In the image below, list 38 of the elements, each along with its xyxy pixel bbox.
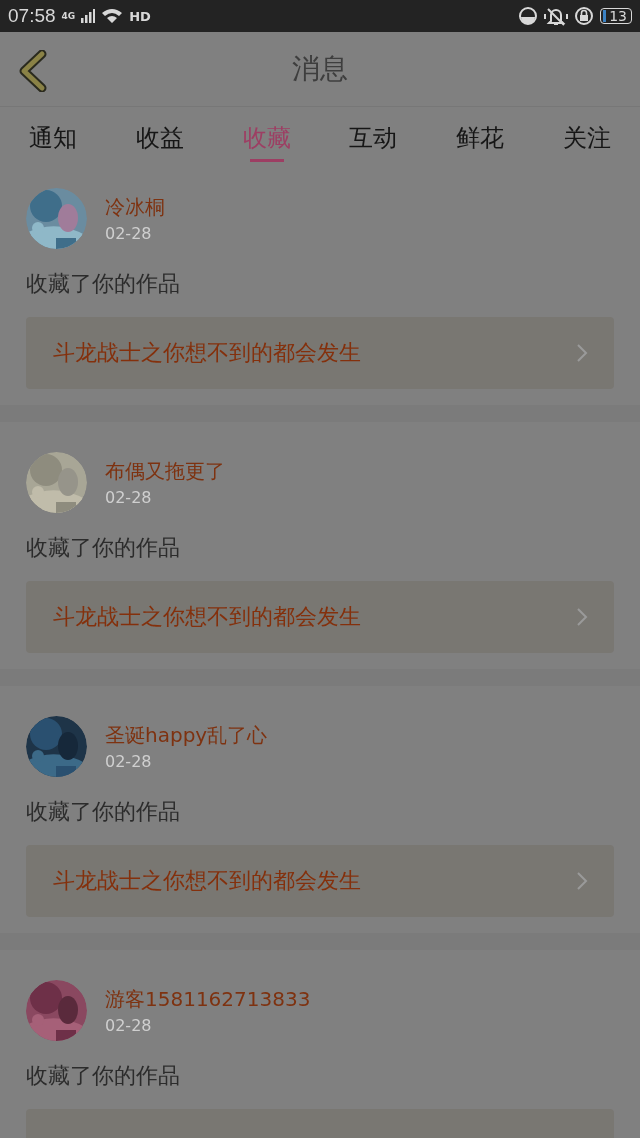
chevron-right-icon xyxy=(576,871,588,891)
back-icon[interactable] xyxy=(18,50,48,92)
work-title: 斗龙战士之你想不到的都会发生 xyxy=(53,339,362,367)
wifi-icon xyxy=(101,8,124,24)
clock-text: 07:58 xyxy=(8,5,56,27)
tab[interactable]: 收益 xyxy=(106,107,214,168)
work-title: 斗龙战士之你想不到的都会发生 xyxy=(53,603,362,631)
tab[interactable]: 收藏 xyxy=(213,107,320,168)
tab[interactable]: 互动 xyxy=(320,107,427,168)
message-text: 收藏了你的作品 xyxy=(26,798,181,826)
message-date: 02-28 xyxy=(105,752,153,771)
message-text: 收藏了你的作品 xyxy=(26,534,181,562)
message-date: 02-28 xyxy=(105,1016,153,1035)
chevron-right-icon xyxy=(576,343,588,363)
user-name[interactable]: 游客1581162713833 xyxy=(105,986,311,1013)
tab[interactable]: 鲜花 xyxy=(426,107,534,168)
message-text: 收藏了你的作品 xyxy=(26,1062,181,1090)
message-date: 02-28 xyxy=(105,488,153,507)
battery-indicator: 13 xyxy=(600,8,632,24)
message-date: 02-28 xyxy=(105,224,153,243)
work-link-card[interactable]: 斗龙战士之你想不到的都会发生 xyxy=(26,317,614,389)
message-text: 收藏了你的作品 xyxy=(26,270,181,298)
work-link-card[interactable]: 斗龙战士之你想不到的都会发生 xyxy=(26,581,614,653)
user-name[interactable]: 冷冰桐 xyxy=(105,194,165,221)
network-label: 4G xyxy=(61,11,76,21)
hd-label: HD xyxy=(129,8,151,24)
tab[interactable]: 通知 xyxy=(0,107,107,168)
user-name[interactable]: 布偶又拖更了 xyxy=(105,458,225,485)
work-title: 斗龙战士之你想不到的都会发生 xyxy=(53,867,362,895)
chevron-right-icon xyxy=(576,607,588,627)
work-link-card[interactable]: 斗龙战士之你想不到的都会发生 xyxy=(26,845,614,917)
signal-icon xyxy=(81,9,96,23)
tab[interactable]: 关注 xyxy=(533,107,640,168)
vibrate-icon xyxy=(544,6,569,26)
data-saver-icon xyxy=(518,6,539,26)
rotation-lock-icon xyxy=(574,6,595,26)
page-title: 消息 xyxy=(292,51,348,87)
user-name[interactable]: 圣诞happy乱了心 xyxy=(105,722,268,749)
